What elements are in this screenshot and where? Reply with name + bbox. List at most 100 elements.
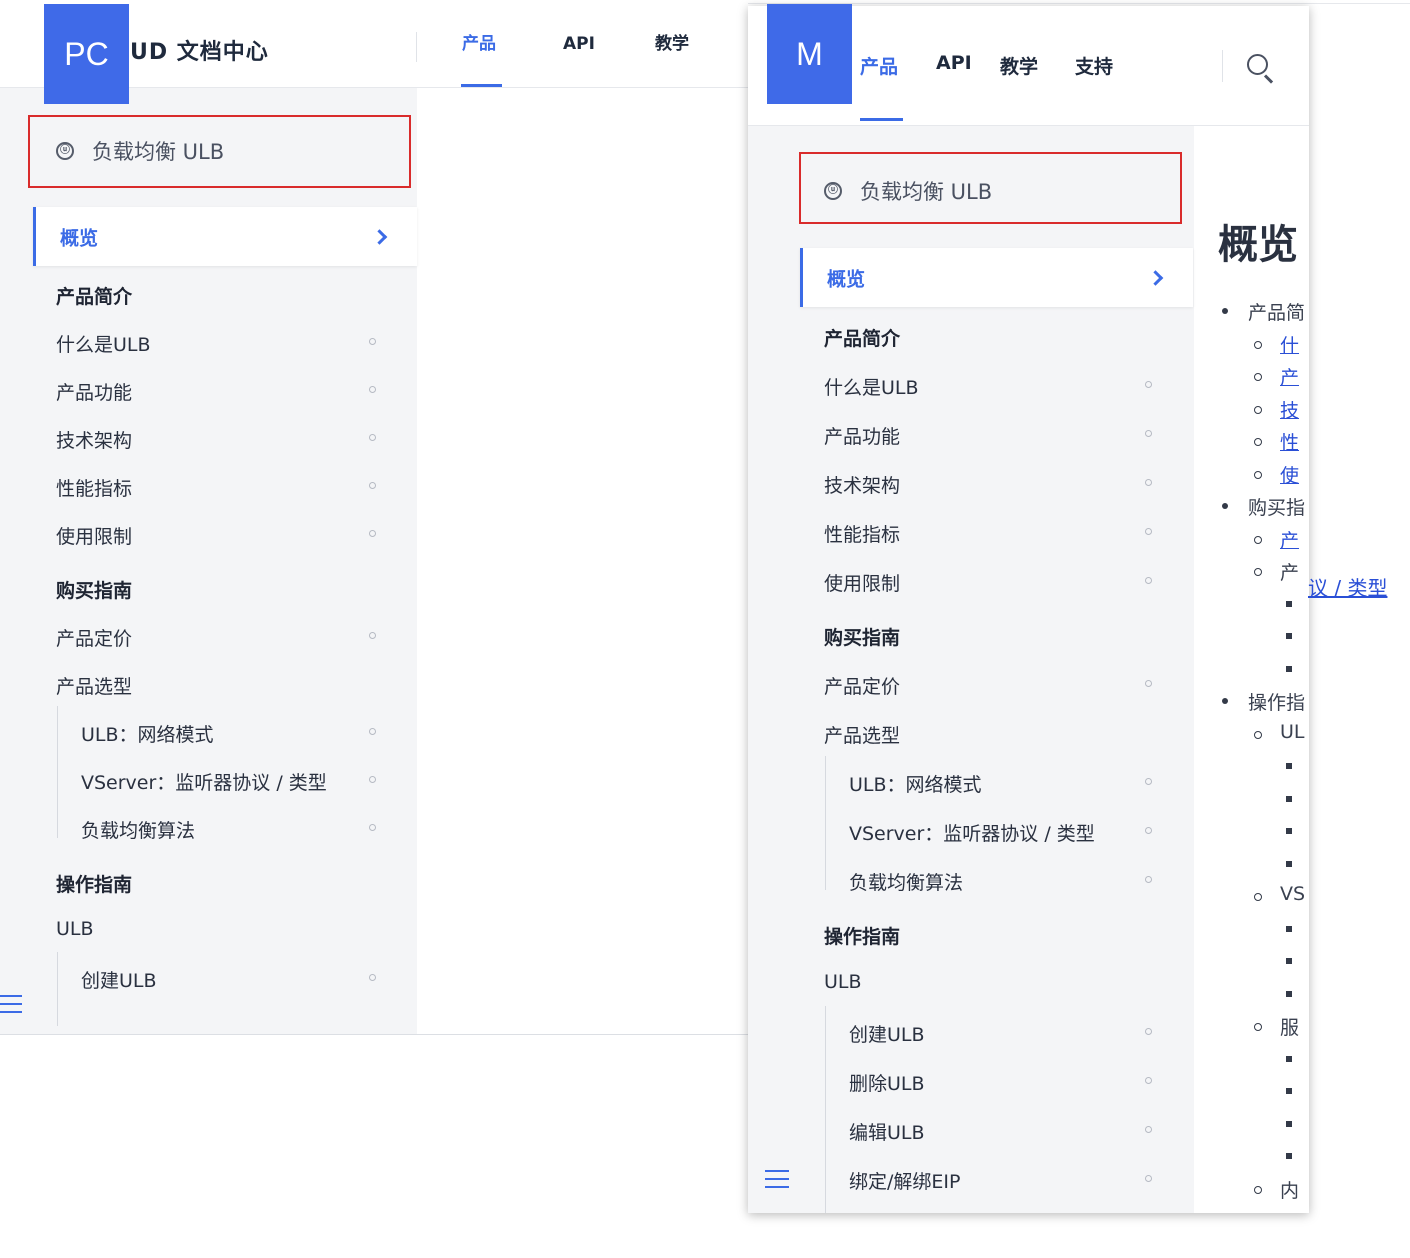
toc-entry[interactable]: 技 <box>1280 396 1299 423</box>
m-header-divider <box>1222 50 1223 82</box>
bullet-icon <box>1254 893 1262 901</box>
mobile-panel: 产品 API 教学 支持 产品简介 什么是ULB 产品功能 技术架构 性能指标 使用限制购… <box>748 6 1309 1213</box>
bullet-icon <box>1286 828 1292 834</box>
pc-nav-active-underline <box>461 84 502 87</box>
m-overflow-link[interactable]: 议 / 类型 <box>1308 572 1387 601</box>
m-menu-icon[interactable] <box>765 1170 789 1194</box>
m-nav-item[interactable]: 性能指标 <box>824 520 900 547</box>
bullet-icon <box>1286 990 1292 997</box>
bullet-icon <box>1286 763 1292 769</box>
m-nav-item[interactable]: 负载均衡算法 <box>849 868 963 895</box>
bullet-icon <box>1254 405 1262 414</box>
m-nav-support[interactable]: 支持 <box>1075 52 1113 79</box>
progress-dot-icon <box>1145 381 1152 388</box>
toc-entry: 购买指 <box>1248 497 1306 519</box>
toc-entry[interactable]: 性 <box>1280 428 1299 455</box>
m-nav-item[interactable]: 购买指南 <box>824 623 900 650</box>
m-nav-item[interactable]: 技术架构 <box>824 471 900 498</box>
pc-nav-item[interactable]: 创建ULB <box>81 966 157 993</box>
m-nav-tutorial[interactable]: 教学 <box>1000 52 1038 79</box>
pc-nav-item[interactable]: 操作指南 <box>56 870 132 897</box>
m-nav-item[interactable]: 产品选型 <box>824 721 900 748</box>
m-nav-item[interactable]: 操作指南 <box>824 922 900 949</box>
progress-dot-icon <box>1145 1077 1152 1084</box>
m-nav-item[interactable]: 产品定价 <box>824 672 900 699</box>
m-page-heading: 概览 <box>1218 222 1298 268</box>
toc-entry: 产品简 <box>1248 302 1306 324</box>
chevron-right-icon <box>1147 269 1164 286</box>
m-nav-product[interactable]: 产品 <box>860 52 898 79</box>
m-nav-item[interactable]: 什么是ULB <box>824 373 919 400</box>
bullet-icon <box>1254 1023 1262 1031</box>
subtree-guide-line <box>57 706 58 838</box>
pc-nav-item[interactable]: 产品选型 <box>56 672 132 699</box>
pc-menu-icon[interactable] <box>0 995 22 1019</box>
m-nav-item[interactable]: VServer：监听器协议 / 类型 <box>849 819 1095 846</box>
toc-entry: 操作指 <box>1248 692 1306 714</box>
pc-highlight-box <box>28 115 411 188</box>
pc-logo[interactable]: UD 文档中心 <box>130 34 269 66</box>
bullet-icon <box>1222 308 1228 314</box>
toc-entry[interactable]: 产 <box>1280 363 1299 390</box>
pc-nav-item[interactable]: 产品功能 <box>56 378 132 405</box>
progress-dot-icon <box>1145 876 1152 883</box>
bullet-icon <box>1222 503 1228 509</box>
pc-overview-label: 概览 <box>60 227 99 249</box>
toc-entry[interactable]: 什 <box>1280 331 1299 358</box>
subtree-guide-line <box>825 756 826 890</box>
pc-nav-item[interactable]: 产品定价 <box>56 624 132 651</box>
m-nav-item[interactable]: 产品功能 <box>824 422 900 449</box>
progress-dot-icon <box>1145 680 1152 687</box>
m-nav-overview-selected[interactable]: 概览 <box>800 248 1193 307</box>
pc-nav-overview-selected[interactable]: 概览 <box>33 207 417 266</box>
m-nav-item[interactable]: 创建ULB <box>849 1020 925 1047</box>
pc-nav-item[interactable]: ULB：网络模式 <box>81 720 214 747</box>
m-nav-item[interactable]: 绑定/解绑EIP <box>849 1167 960 1194</box>
chevron-right-icon <box>371 228 388 245</box>
m-nav-item[interactable]: 产品简介 <box>824 324 900 351</box>
progress-dot-icon <box>369 974 376 981</box>
pc-nav-item[interactable]: 什么是ULB <box>56 330 151 357</box>
toc-entry: VS <box>1280 883 1306 905</box>
progress-dot-icon <box>1145 577 1152 584</box>
m-nav-api[interactable]: API <box>936 52 972 74</box>
m-nav-item[interactable]: 删除ULB <box>849 1069 925 1096</box>
toc-entry[interactable]: 使 <box>1280 461 1299 488</box>
pc-nav-item[interactable]: ULB <box>56 918 94 940</box>
progress-dot-icon <box>1145 827 1152 834</box>
m-nav-item[interactable]: 编辑ULB <box>849 1118 925 1145</box>
pc-nav-product[interactable]: 产品 <box>462 4 496 88</box>
m-nav-item[interactable]: 使用限制 <box>824 569 900 596</box>
pc-nav-item[interactable]: 使用限制 <box>56 522 132 549</box>
bullet-icon <box>1286 860 1292 867</box>
pc-nav-item[interactable]: 负载均衡算法 <box>81 816 195 843</box>
m-nav-item[interactable]: ULB：网络模式 <box>849 770 982 797</box>
pc-nav-item[interactable]: 技术架构 <box>56 426 132 453</box>
toc-entry: UL <box>1280 720 1305 743</box>
progress-dot-icon <box>369 632 376 639</box>
bullet-icon <box>1254 438 1262 446</box>
pc-nav-item[interactable]: VServer：监听器协议 / 类型 <box>81 768 327 795</box>
pc-nav-tutorial[interactable]: 教学 <box>655 4 689 88</box>
bullet-icon <box>1254 568 1262 576</box>
progress-dot-icon <box>369 338 376 345</box>
m-nav-item[interactable]: ULB <box>824 971 862 993</box>
search-icon[interactable] <box>1245 52 1277 84</box>
pc-nav-item[interactable]: 购买指南 <box>56 576 132 603</box>
pc-nav-item[interactable]: 产品简介 <box>56 282 132 309</box>
toc-entry[interactable]: 产 <box>1280 526 1299 553</box>
bullet-icon <box>1286 795 1292 802</box>
bullet-icon <box>1286 958 1292 964</box>
progress-dot-icon <box>1145 528 1152 535</box>
progress-dot-icon <box>369 728 376 735</box>
progress-dot-icon <box>369 386 376 393</box>
progress-dot-icon <box>1145 479 1152 486</box>
pc-nav-item[interactable]: 性能指标 <box>56 474 132 501</box>
toc-entry: 产 <box>1280 562 1300 584</box>
pc-nav-api[interactable]: API <box>563 4 595 88</box>
bullet-icon <box>1254 470 1262 479</box>
bullet-icon <box>1254 373 1262 381</box>
pc-badge: PC <box>44 4 129 104</box>
bullet-icon <box>1286 1120 1292 1127</box>
bullet-icon <box>1286 600 1292 607</box>
